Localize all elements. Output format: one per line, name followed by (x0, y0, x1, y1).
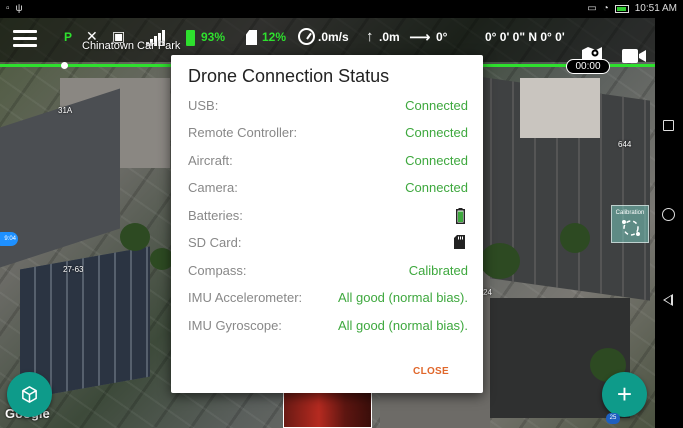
side-tag[interactable]: 9:04 (0, 232, 18, 246)
menu-icon[interactable] (13, 30, 37, 48)
3d-view-button[interactable] (7, 372, 52, 417)
status-label: Camera: (188, 180, 238, 195)
status-row-sd-card: SD Card: (188, 235, 468, 255)
map-label: 27-63 (63, 265, 84, 274)
progress-handle[interactable] (61, 62, 68, 69)
status-label: Remote Controller: (188, 125, 298, 140)
notification-icon: ▫ (6, 3, 10, 14)
home-icon[interactable] (662, 208, 675, 221)
altitude-arrow-icon: ↑ (366, 28, 374, 45)
map-label: 24 (483, 288, 492, 297)
status-value: All good (normal bias). (337, 318, 468, 333)
status-row-compass: Compass: Calibrated (188, 263, 468, 283)
plus-icon: + (616, 379, 633, 409)
calibration-label: Calibration (615, 210, 645, 216)
status-label: SD Card: (188, 235, 242, 250)
status-value: Connected (405, 153, 468, 168)
system-battery-icon (614, 4, 629, 13)
system-nav-bar (655, 18, 683, 428)
battery-percentage: 93% (201, 30, 226, 44)
video-preview-thumbnail[interactable] (283, 390, 372, 428)
speedometer-icon (298, 28, 315, 45)
status-value: Connected (405, 98, 468, 113)
connection-status-dialog: Drone Connection Status USB: Connected R… (171, 55, 483, 393)
status-row-usb: USB: Connected (188, 98, 468, 118)
usb-icon: ψ (15, 3, 23, 14)
video-camera-icon[interactable] (622, 48, 646, 64)
map-label: 31A (58, 106, 73, 115)
status-label: Aircraft: (188, 153, 233, 168)
status-row-aircraft: Aircraft: Connected (188, 153, 468, 173)
sd-card-percentage: 12% (262, 30, 287, 44)
status-label: Compass: (188, 263, 247, 278)
status-row-camera: Camera: Connected (188, 180, 468, 200)
back-icon[interactable] (663, 294, 673, 306)
flight-mode: P (64, 30, 73, 44)
status-value: Connected (405, 125, 468, 140)
status-label: IMU Gyroscope: (188, 318, 282, 333)
battery-icon (456, 208, 465, 224)
scale-tag: 25 (606, 413, 620, 424)
recent-apps-icon[interactable] (663, 120, 674, 131)
add-button[interactable]: + (602, 372, 647, 417)
wifi-icon: ◔ (602, 3, 609, 14)
sd-card-icon (454, 235, 465, 249)
status-row-remote-controller: Remote Controller: Connected (188, 125, 468, 145)
status-label: Batteries: (188, 208, 243, 223)
altitude-value: .0m (379, 30, 400, 44)
heading-value: 0° (436, 30, 448, 44)
calibration-icon (622, 220, 640, 236)
status-value: Connected (405, 180, 468, 195)
location-label: Chinatown Car Park (82, 40, 181, 52)
status-label: IMU Accelerometer: (188, 290, 303, 305)
status-row-batteries: Batteries: (188, 208, 468, 228)
status-row-imu-accelerometer: IMU Accelerometer: All good (normal bias… (188, 290, 468, 310)
recording-timer: 00:00 (566, 59, 610, 74)
status-row-imu-gyroscope: IMU Gyroscope: All good (normal bias). (188, 318, 468, 338)
clock: 10:51 AM (634, 3, 677, 14)
gps-coordinates: 0° 0' 0" N 0° 0' (485, 30, 565, 44)
status-label: USB: (188, 98, 219, 113)
calibration-button[interactable]: Calibration (611, 205, 649, 243)
cast-icon: ▭ (587, 3, 597, 14)
distance-arrow-icon: ⟶ (409, 29, 431, 46)
sd-card-icon (246, 30, 257, 45)
cube-icon (22, 386, 37, 403)
status-value: Calibrated (408, 263, 468, 278)
battery-icon (186, 30, 195, 46)
dialog-title: Drone Connection Status (188, 66, 390, 86)
speed-value: .0m/s (318, 30, 349, 44)
close-button[interactable]: CLOSE (413, 366, 449, 377)
map-label: 644 (618, 140, 632, 149)
system-status-bar: ▫ ψ ▭ ◔ 10:51 AM (0, 0, 683, 18)
status-value: All good (normal bias). (337, 290, 468, 305)
